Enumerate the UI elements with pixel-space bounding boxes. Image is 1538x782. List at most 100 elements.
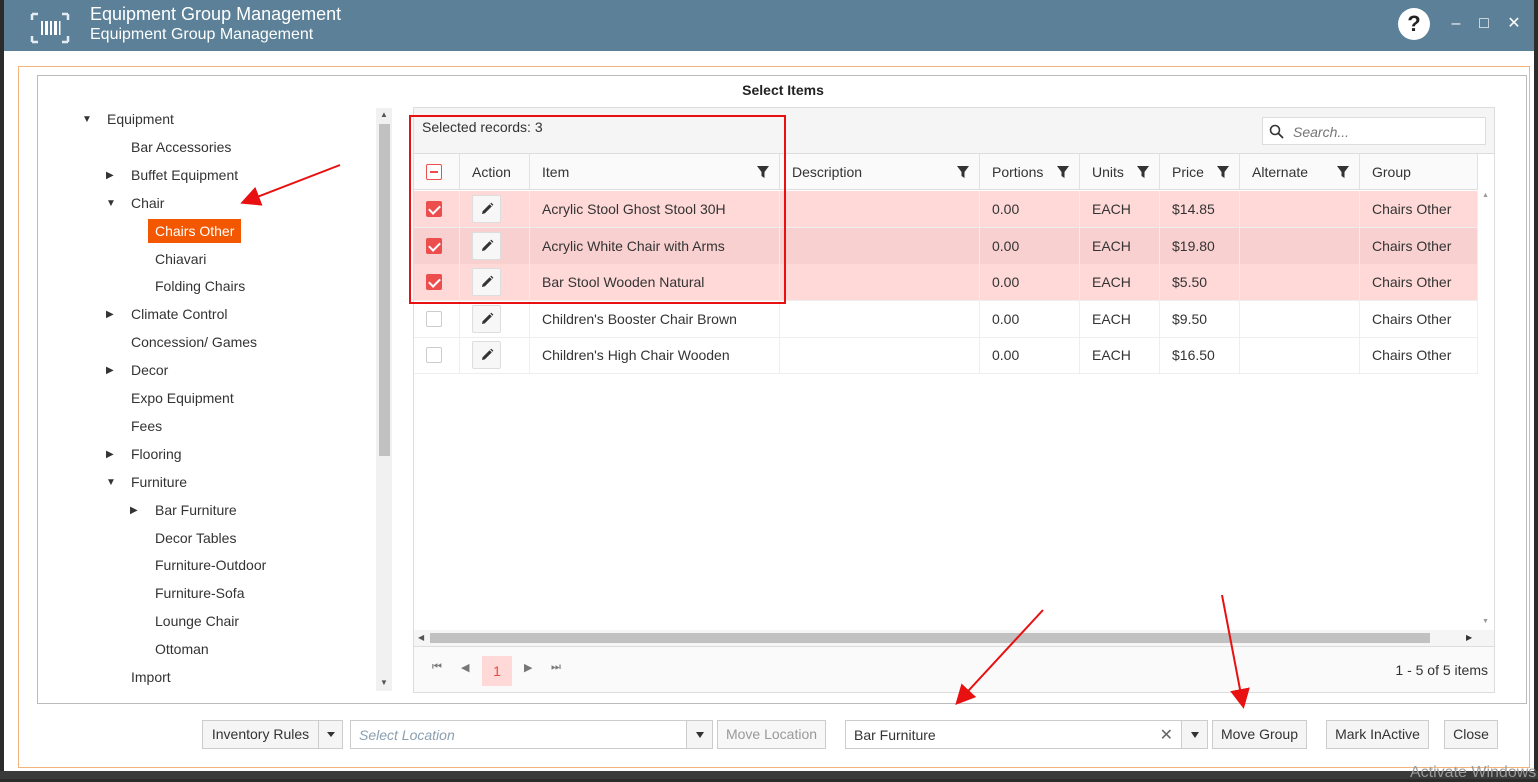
chevron-down-icon[interactable]: [1181, 721, 1207, 748]
column-header[interactable]: Description: [780, 154, 980, 190]
maximize-button[interactable]: □: [1474, 13, 1494, 35]
hscroll-thumb[interactable]: [430, 633, 1430, 643]
grid-vertical-scrollbar[interactable]: ▲ ▼: [1478, 190, 1494, 630]
scroll-down-icon[interactable]: ▼: [380, 678, 388, 687]
activate-windows-watermark: Activate Windows: [1410, 764, 1537, 781]
mark-inactive-button[interactable]: Mark InActive: [1326, 720, 1429, 749]
scroll-right-icon[interactable]: ▶: [1466, 633, 1472, 642]
caret-right-icon[interactable]: ▶: [106, 449, 114, 460]
grid-horizontal-scrollbar[interactable]: ◀ ▶: [414, 630, 1494, 646]
column-header-label: Description: [792, 164, 863, 180]
minimize-button[interactable]: –: [1446, 13, 1466, 35]
filter-icon[interactable]: [956, 165, 970, 179]
row-checkbox[interactable]: [426, 310, 442, 327]
tree-node[interactable]: Equipment: [107, 111, 174, 127]
column-header-label: Alternate: [1252, 164, 1309, 180]
group-select-value: Bar Furniture: [854, 727, 936, 743]
tree-node[interactable]: Climate Control: [131, 306, 227, 322]
caret-right-icon[interactable]: ▶: [106, 170, 114, 181]
cell-item: Children's Booster Chair Brown: [530, 300, 780, 337]
tree-node[interactable]: Decor Tables: [155, 530, 236, 546]
row-checkbox[interactable]: [426, 347, 442, 363]
tree-node[interactable]: Furniture-Outdoor: [155, 557, 266, 573]
next-page-icon[interactable]: ▶: [524, 661, 532, 674]
caret-down-icon[interactable]: ▼: [106, 477, 116, 488]
clear-icon[interactable]: ✕: [1160, 725, 1173, 745]
filter-icon[interactable]: [1216, 165, 1230, 179]
chevron-down-icon: [326, 732, 335, 737]
filter-icon[interactable]: [1056, 165, 1070, 179]
tree-node[interactable]: Bar Accessories: [131, 139, 231, 155]
move-group-button[interactable]: Move Group: [1212, 720, 1307, 749]
cell-price: $16.50: [1160, 337, 1240, 373]
cell-description: [780, 337, 980, 373]
cell-description: [780, 227, 980, 264]
close-window-button[interactable]: ✕: [1504, 13, 1524, 35]
cell-units: EACH: [1080, 300, 1160, 337]
inventory-rules-dropdown[interactable]: [318, 720, 343, 749]
close-button[interactable]: Close: [1444, 720, 1498, 749]
cell-portions: 0.00: [980, 264, 1080, 300]
grid-pager: ⏮ ◀ 1 ▶ ⏭ 1 - 5 of 5 items: [414, 646, 1494, 692]
tree-node[interactable]: Fees: [131, 418, 162, 434]
tree-scrollbar[interactable]: ▲ ▼: [376, 108, 392, 691]
barcode-logo-icon: [30, 12, 70, 44]
prev-page-icon[interactable]: ◀: [461, 661, 469, 674]
last-page-icon[interactable]: ⏭: [551, 661, 561, 674]
filter-icon[interactable]: [1336, 165, 1350, 179]
column-header[interactable]: Units: [1080, 154, 1160, 190]
annotation-highlight-box: [409, 115, 786, 304]
caret-down-icon[interactable]: ▼: [82, 114, 92, 125]
caret-right-icon[interactable]: ▶: [130, 505, 138, 516]
cell-alternate: [1240, 300, 1360, 337]
caret-down-icon[interactable]: ▼: [106, 198, 116, 209]
current-page[interactable]: 1: [482, 656, 512, 686]
column-header[interactable]: Portions: [980, 154, 1080, 190]
tree-node[interactable]: Folding Chairs: [155, 278, 245, 294]
move-location-button[interactable]: Move Location: [717, 720, 826, 749]
filter-icon[interactable]: [1136, 165, 1150, 179]
tree-node[interactable]: Lounge Chair: [155, 613, 239, 629]
tree-node[interactable]: Ottoman: [155, 641, 209, 657]
tree-node[interactable]: Furniture: [131, 474, 187, 490]
tree-node[interactable]: Buffet Equipment: [131, 167, 238, 183]
help-icon[interactable]: ?: [1398, 8, 1430, 40]
tree-node[interactable]: Furniture-Sofa: [155, 585, 244, 601]
edit-button[interactable]: [472, 341, 501, 369]
column-header[interactable]: Alternate: [1240, 154, 1360, 190]
column-header[interactable]: Price: [1160, 154, 1240, 190]
scroll-up-icon[interactable]: ▲: [1482, 192, 1489, 199]
cell-units: EACH: [1080, 227, 1160, 264]
scroll-left-icon[interactable]: ◀: [418, 633, 424, 642]
tree-node[interactable]: Decor: [131, 362, 168, 378]
scroll-up-icon[interactable]: ▲: [380, 110, 388, 119]
caret-right-icon[interactable]: ▶: [106, 309, 114, 320]
column-header-label: Units: [1092, 164, 1124, 180]
table-row[interactable]: Children's High Chair Wooden 0.00 EACH $16.…: [414, 337, 1478, 374]
search-input[interactable]: [1293, 122, 1479, 142]
inventory-rules-button[interactable]: Inventory Rules: [202, 720, 319, 749]
desktop-edge: [0, 771, 1538, 779]
tree-scroll-thumb[interactable]: [379, 124, 390, 456]
caret-right-icon[interactable]: ▶: [106, 365, 114, 376]
tree-node[interactable]: Import: [131, 669, 171, 685]
tree-node[interactable]: Flooring: [131, 446, 182, 462]
tree-node[interactable]: Expo Equipment: [131, 390, 234, 406]
tree-node[interactable]: Chairs Other: [148, 218, 242, 243]
tree-node[interactable]: Chiavari: [155, 251, 206, 267]
window-title: Equipment Group Management: [90, 4, 342, 24]
tree-node[interactable]: Concession/ Games: [131, 334, 257, 350]
group-select[interactable]: Bar Furniture ✕: [845, 720, 1208, 749]
first-page-icon[interactable]: ⏮: [432, 661, 442, 674]
table-row[interactable]: Children's Booster Chair Brown 0.00 EACH $9…: [414, 300, 1478, 338]
edit-button[interactable]: [472, 304, 501, 333]
search-icon: [1269, 124, 1284, 139]
tree-node[interactable]: Bar Furniture: [155, 502, 237, 518]
chevron-down-icon[interactable]: [686, 721, 712, 748]
row-select-cell: [414, 300, 460, 337]
location-select[interactable]: Select Location: [350, 720, 713, 749]
search-box[interactable]: [1262, 117, 1486, 145]
tree-node[interactable]: Chair: [131, 195, 164, 211]
column-header[interactable]: Group: [1360, 154, 1478, 190]
scroll-down-icon[interactable]: ▼: [1482, 618, 1489, 625]
